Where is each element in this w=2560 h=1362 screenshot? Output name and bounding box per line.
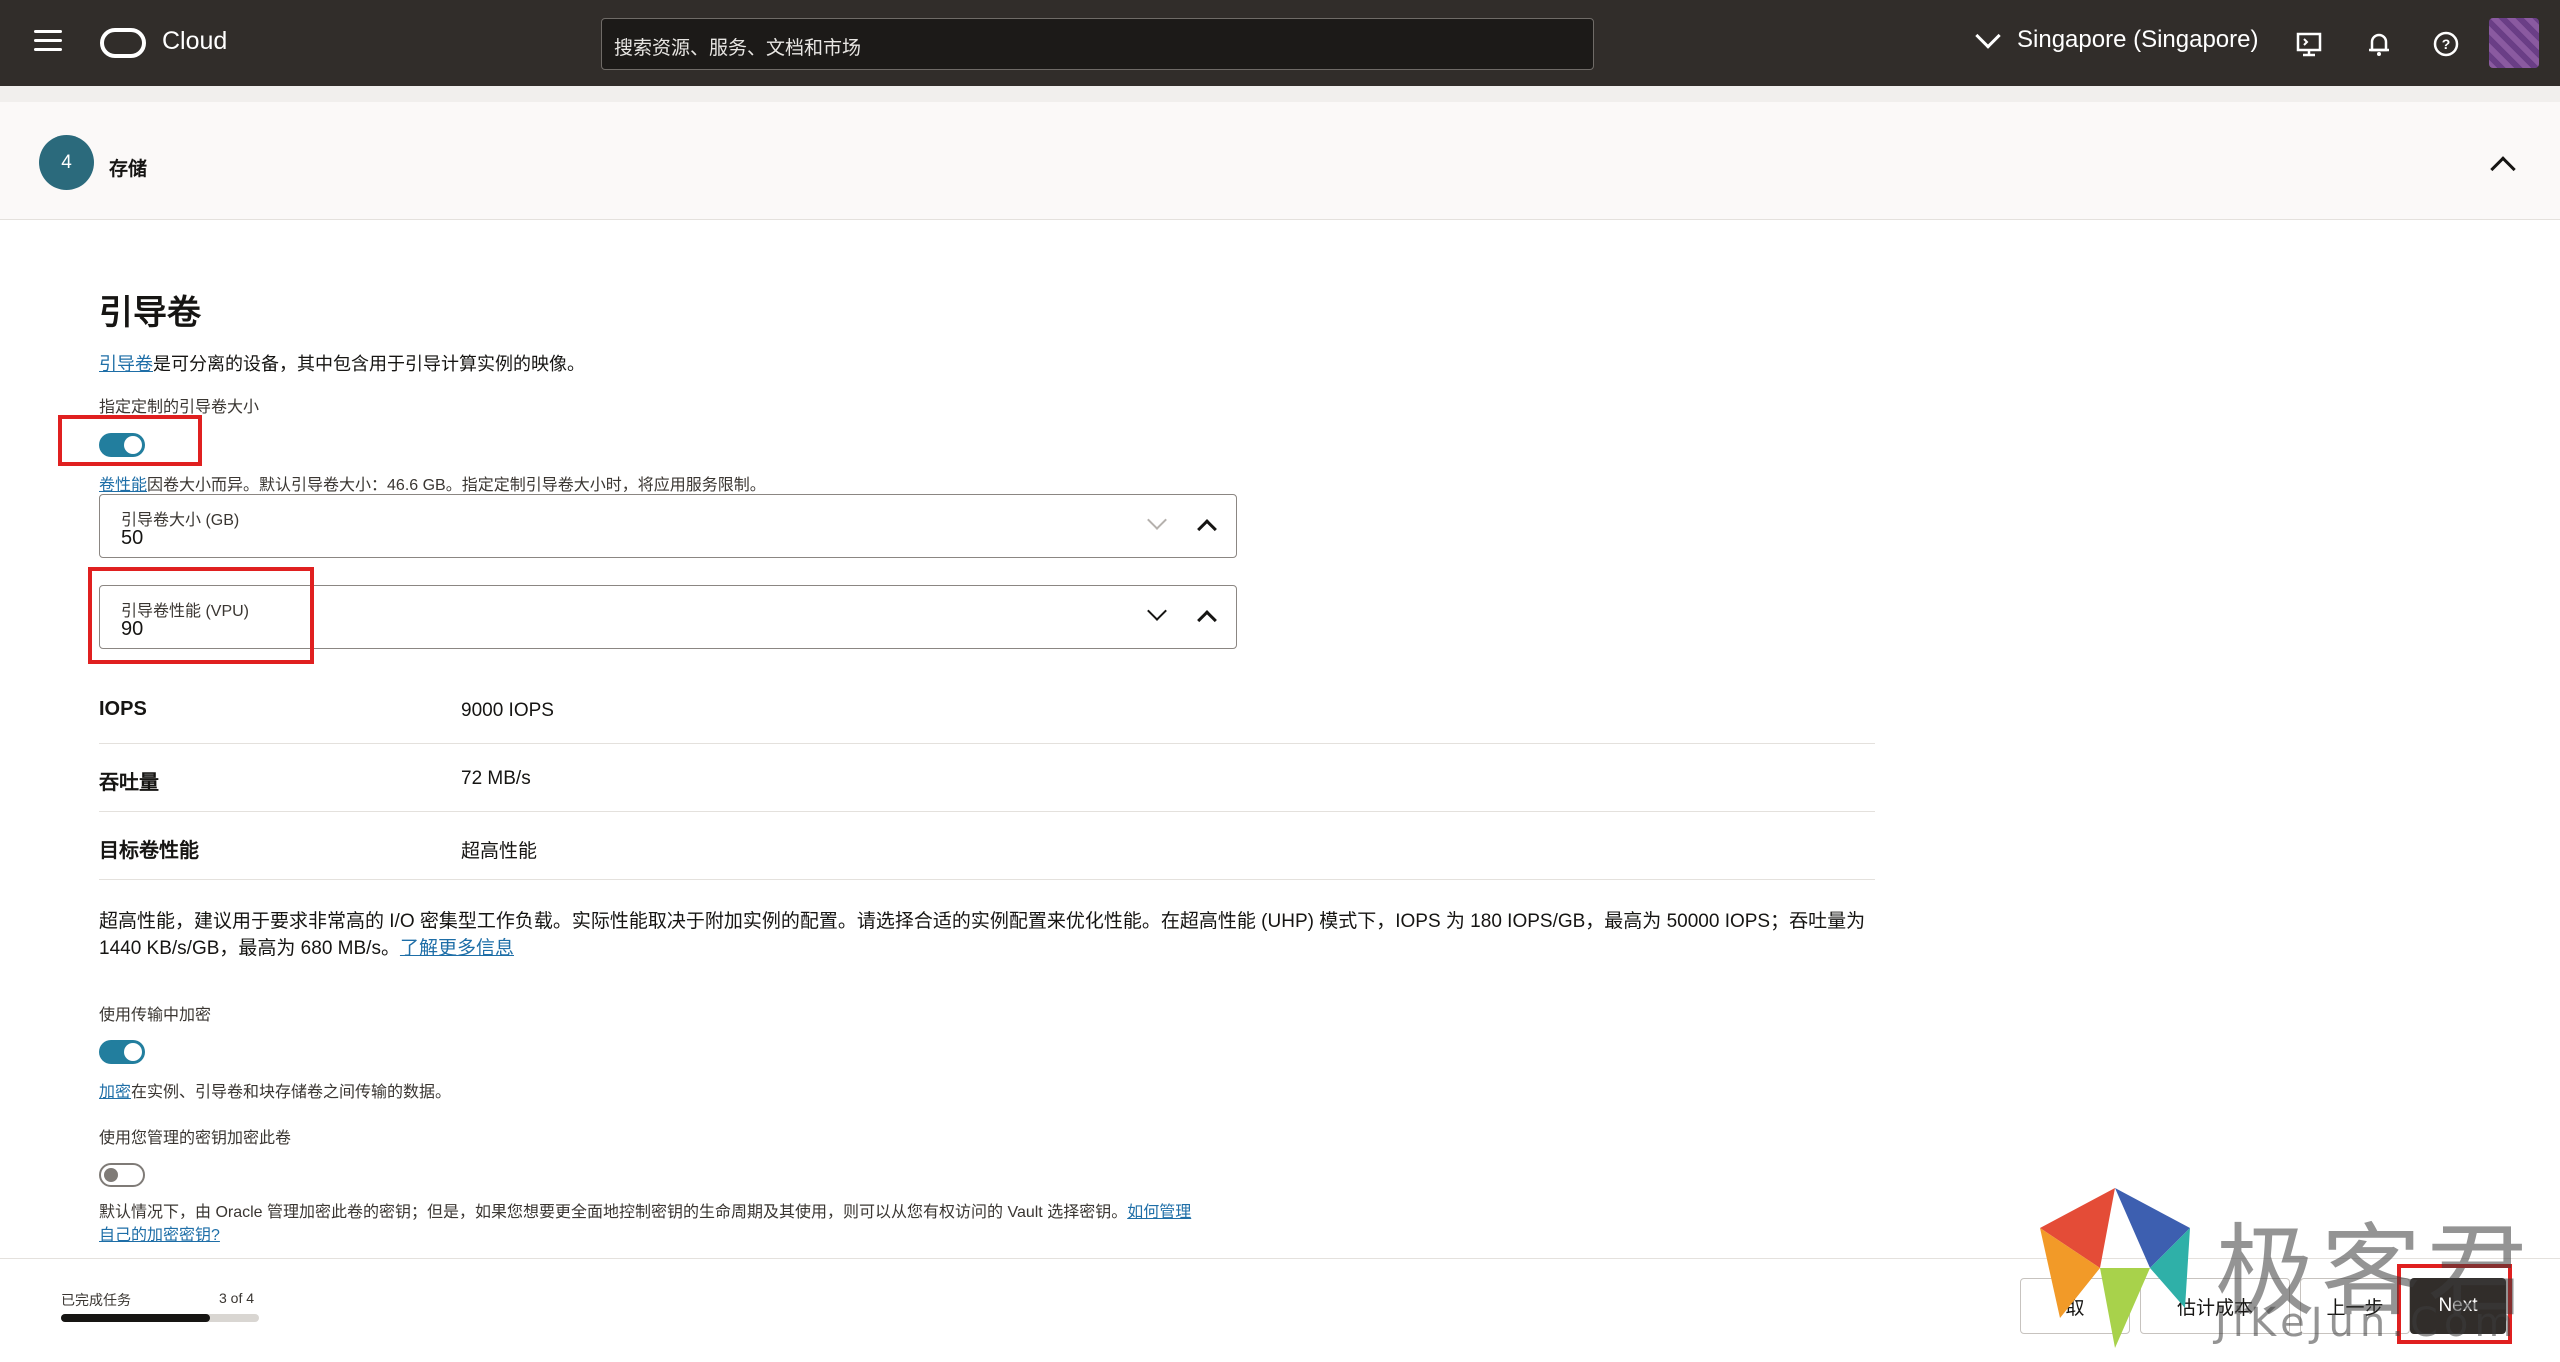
search-input[interactable]: 搜索资源、服务、文档和市场 <box>601 18 1594 70</box>
own-key-hint: 默认情况下，由 Oracle 管理加密此卷的密钥；但是，如果您想要更全面地控制密… <box>99 1204 1192 1244</box>
oracle-logo-icon[interactable] <box>100 28 146 58</box>
boot-volume-link[interactable]: 引导卷 <box>99 354 153 374</box>
highlight-box <box>88 567 314 664</box>
own-key-label: 使用您管理的密钥加密此卷 <box>99 1130 292 1147</box>
chevron-up-icon[interactable] <box>1197 519 1217 539</box>
bell-icon[interactable] <box>2365 30 2393 58</box>
step-separator <box>0 86 2560 102</box>
volume-performance-link[interactable]: 卷性能 <box>99 477 147 494</box>
property-key: IOPS <box>99 698 147 720</box>
chevron-down-icon[interactable] <box>1147 601 1167 621</box>
section-heading: 引导卷 <box>99 294 201 332</box>
property-value: 72 MB/s <box>461 768 531 789</box>
property-row: 目标卷性能 超高性能 <box>99 812 1875 880</box>
own-key-toggle[interactable] <box>99 1163 145 1187</box>
in-transit-encryption-label: 使用传输中加密 <box>99 1007 212 1024</box>
chevron-up-icon[interactable] <box>1197 610 1217 630</box>
encryption-link[interactable]: 加密 <box>99 1084 131 1101</box>
property-key: 目标卷性能 <box>99 840 199 862</box>
tasks-count: 3 of 4 <box>219 1290 255 1306</box>
brand-name[interactable]: Cloud <box>162 27 227 56</box>
watermark-en: JiKeJun.Com <box>2215 1300 2520 1346</box>
step-title: 存储 <box>109 159 148 180</box>
svg-text:?: ? <box>2442 36 2451 52</box>
cloud-shell-icon[interactable] <box>2295 30 2323 58</box>
chevron-down-icon <box>1975 23 2001 49</box>
custom-size-label: 指定定制的引导卷大小 <box>99 399 260 416</box>
property-row: 吞吐量 72 MB/s <box>99 744 1875 812</box>
watermark-logo <box>2040 1188 2190 1348</box>
boot-volume-size-stepper[interactable]: 引导卷大小 (GB) 50 <box>99 494 1237 558</box>
progress-fill <box>61 1314 210 1322</box>
property-value: 超高性能 <box>461 841 538 862</box>
learn-more-link[interactable]: 了解更多信息 <box>400 938 514 959</box>
highlight-box <box>58 415 202 466</box>
user-avatar[interactable] <box>2489 18 2539 68</box>
chevron-down-icon[interactable] <box>1147 510 1167 530</box>
section-description: 引导卷是可分离的设备，其中包含用于引导计算实例的映像。 <box>99 354 585 374</box>
uhp-description: 超高性能，建议用于要求非常高的 I/O 密集型工作负载。实际性能取决于附加实例的… <box>99 911 1866 959</box>
manage-keys-link-cont[interactable]: 自己的加密密钥? <box>99 1227 220 1244</box>
field-value[interactable]: 50 <box>121 527 143 550</box>
property-key: 吞吐量 <box>99 772 159 794</box>
manage-keys-link[interactable]: 如何管理 <box>1127 1204 1191 1221</box>
performance-hint: 卷性能因卷大小而异。默认引导卷大小：46.6 GB。指定定制引导卷大小时，将应用… <box>99 477 766 494</box>
region-selector[interactable]: Singapore (Singapore) <box>1975 23 2259 54</box>
menu-icon[interactable] <box>34 30 62 54</box>
step-number-badge: 4 <box>39 135 94 190</box>
in-transit-hint: 加密在实例、引导卷和块存储卷之间传输的数据。 <box>99 1084 452 1101</box>
in-transit-encryption-toggle[interactable] <box>99 1040 145 1064</box>
step-header[interactable] <box>0 102 2560 220</box>
region-label: Singapore (Singapore) <box>2017 26 2259 53</box>
property-value: 9000 IOPS <box>461 700 554 721</box>
tasks-label: 已完成任务 <box>61 1292 131 1308</box>
help-icon[interactable]: ? <box>2432 30 2460 58</box>
top-navigation-bar: Cloud 搜索资源、服务、文档和市场 Singapore (Singapore… <box>0 0 2560 86</box>
property-row: IOPS 9000 IOPS <box>99 676 1875 744</box>
